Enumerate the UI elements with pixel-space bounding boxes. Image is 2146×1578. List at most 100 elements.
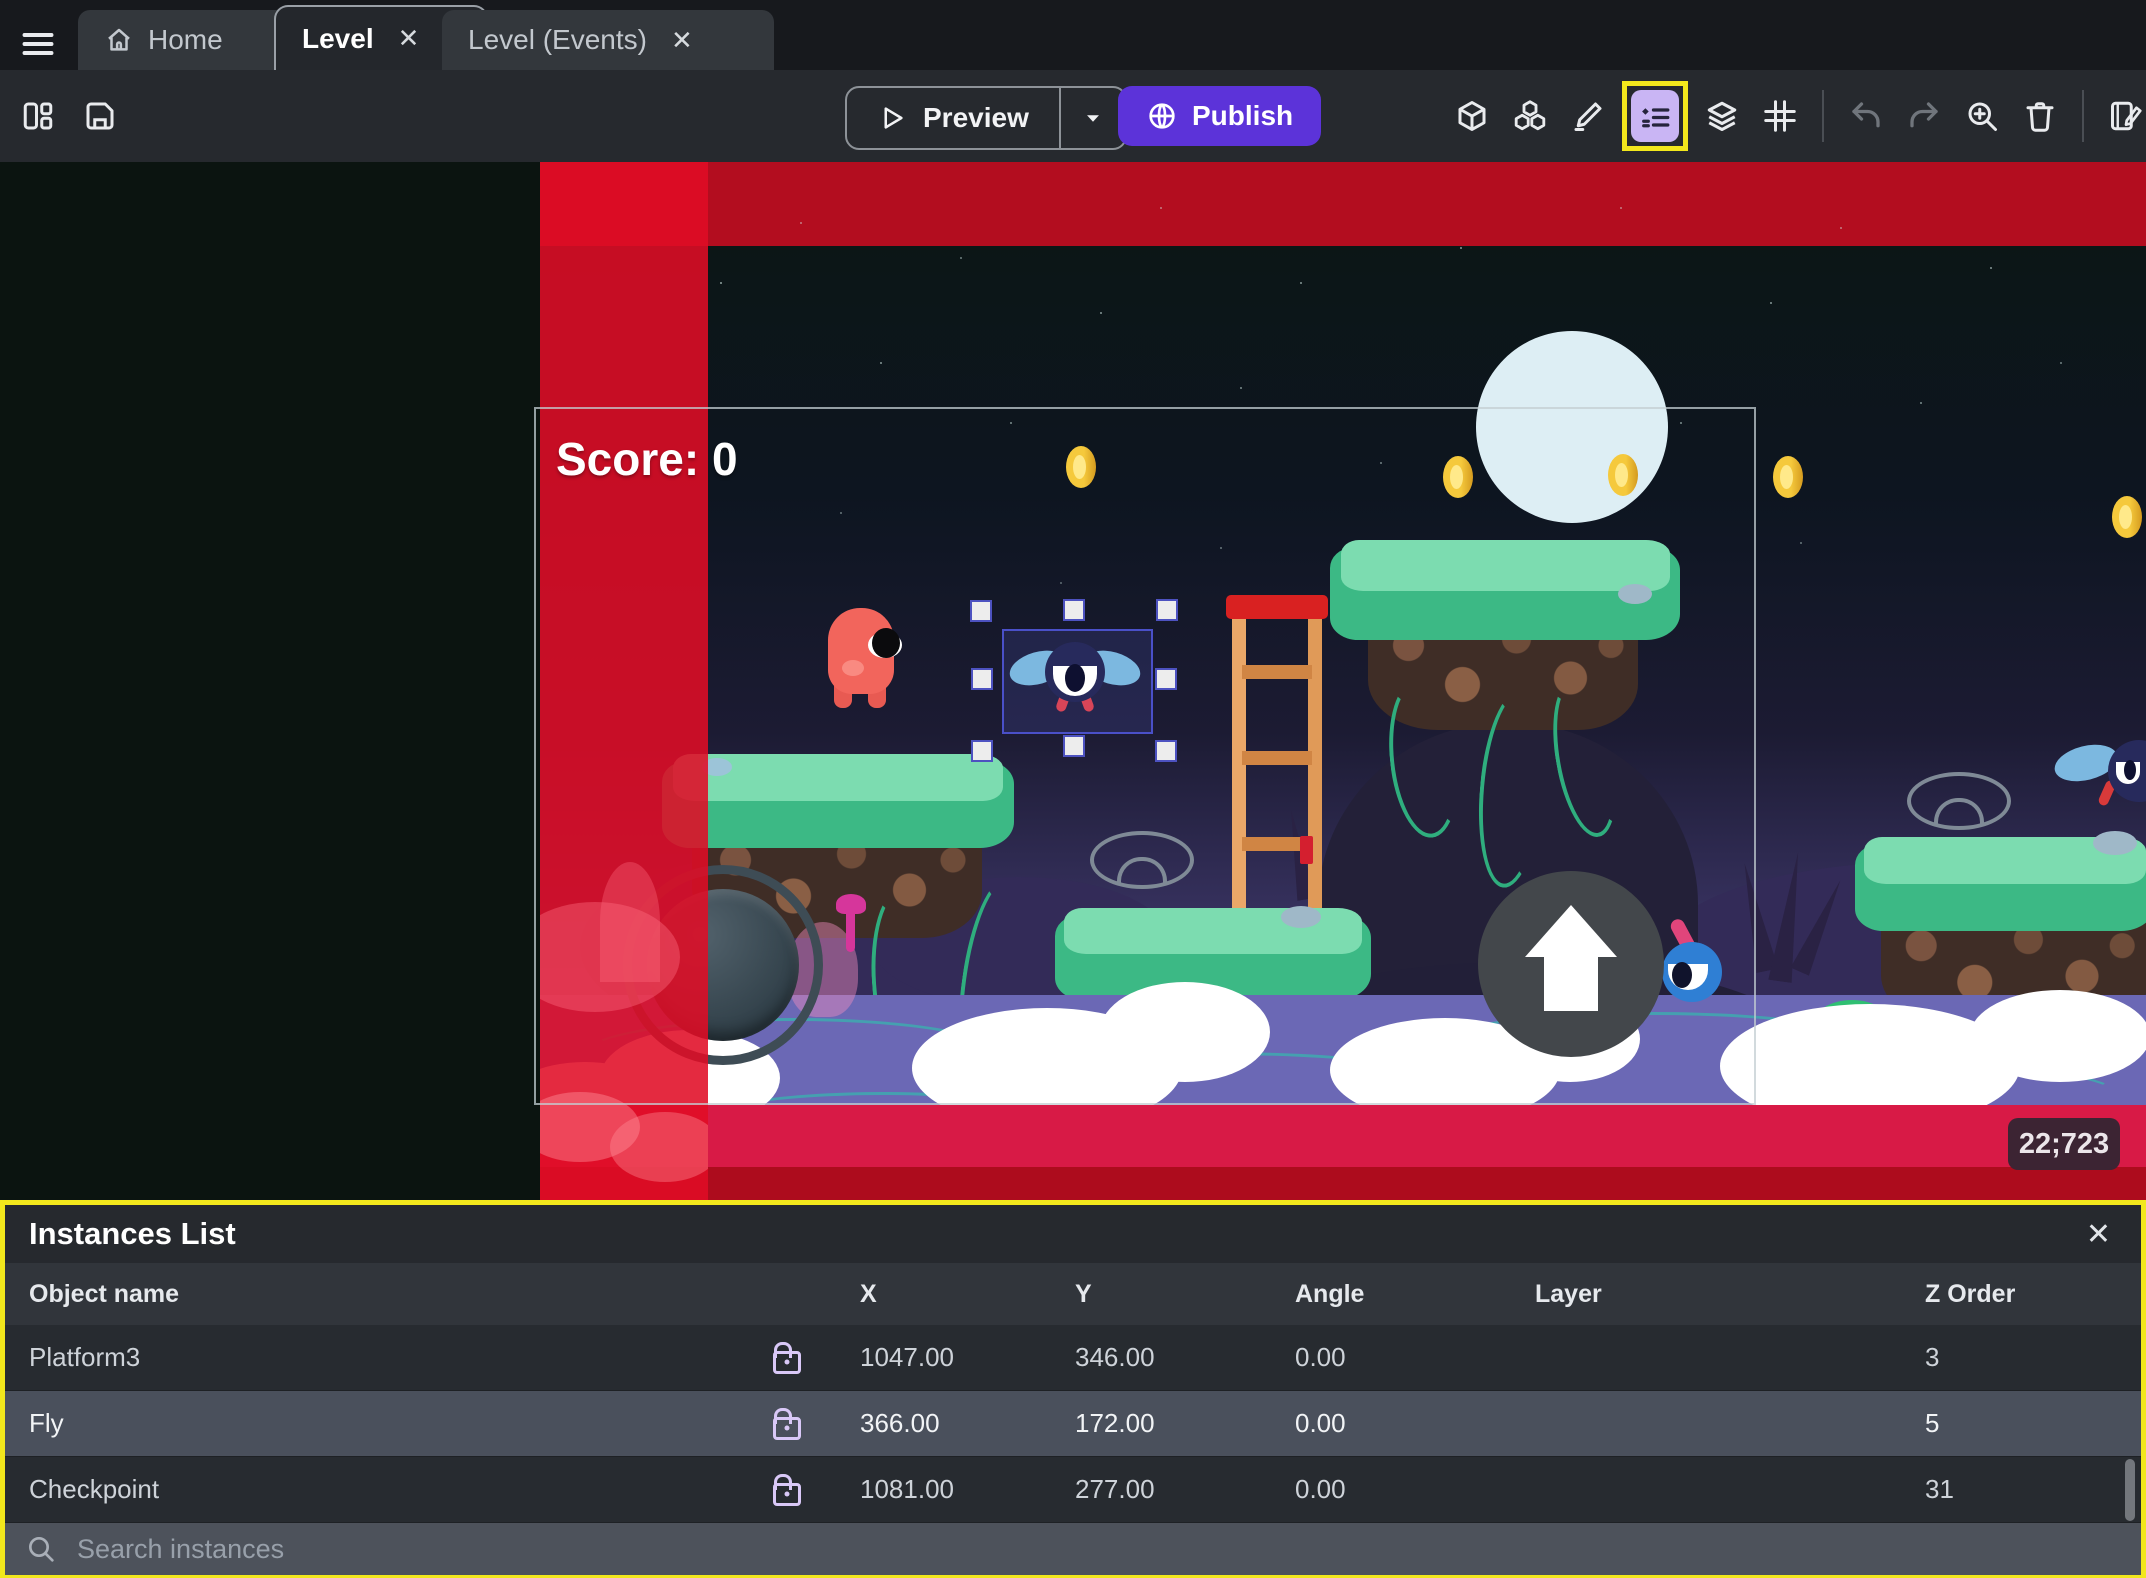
selection-handle[interactable]	[971, 740, 993, 762]
publish-button[interactable]: Publish	[1118, 86, 1322, 146]
preview-split-button: Preview	[845, 86, 1127, 150]
score-text: Score: 0	[556, 433, 738, 485]
instance-z-order[interactable]: 5	[1890, 1408, 2141, 1439]
table-row-checkpoint[interactable]: Checkpoint 1081.00 277.00 0.00 31	[5, 1457, 2141, 1523]
unlock-icon	[772, 1407, 801, 1440]
col-y: Y	[1075, 1279, 1092, 1308]
tab-home-label: Home	[148, 24, 223, 55]
instance-name: Checkpoint	[29, 1474, 160, 1504]
panel-title-row: Instances List ✕	[5, 1205, 2141, 1263]
instance-x[interactable]: 366.00	[825, 1408, 1040, 1439]
search-icon	[29, 1537, 54, 1562]
instance-name: Fly	[29, 1408, 64, 1438]
preview-dropdown-button[interactable]	[1058, 88, 1125, 148]
tab-level-label: Level	[302, 22, 374, 54]
grid-icon	[1764, 100, 1796, 132]
tab-level-close-icon[interactable]: ✕	[398, 23, 420, 54]
preview-label: Preview	[923, 102, 1029, 133]
fly-enemy[interactable]	[2050, 738, 2146, 816]
search-input[interactable]	[75, 1532, 2141, 1566]
instance-z-order[interactable]: 31	[1890, 1474, 2141, 1505]
coin[interactable]	[1773, 456, 1803, 498]
instance-x[interactable]: 1081.00	[825, 1474, 1040, 1505]
save-button[interactable]	[76, 88, 124, 144]
pencil-icon	[1574, 102, 1602, 131]
lock-toggle[interactable]	[745, 1473, 825, 1506]
instance-angle[interactable]: 0.00	[1260, 1408, 1500, 1439]
camera-frame	[534, 407, 1756, 1105]
col-angle: Angle	[1295, 1279, 1365, 1308]
layers-button[interactable]	[1698, 90, 1746, 142]
instance-y[interactable]: 346.00	[1040, 1342, 1260, 1373]
coin[interactable]	[2112, 496, 2142, 538]
unlock-icon	[772, 1473, 801, 1506]
selection-handle[interactable]	[971, 668, 993, 690]
instance-y[interactable]: 277.00	[1040, 1474, 1260, 1505]
lock-toggle[interactable]	[745, 1407, 825, 1440]
selection-handle[interactable]	[1063, 735, 1085, 757]
selection-handle[interactable]	[1063, 599, 1085, 621]
red-floor-strip	[540, 1105, 2146, 1167]
trash-icon	[2026, 102, 2054, 132]
edit-object-button[interactable]	[1564, 90, 1612, 142]
panel-scrollbar[interactable]	[2125, 1459, 2135, 1521]
instances-list-icon	[1642, 108, 1670, 128]
delete-button[interactable]	[2016, 90, 2064, 142]
zoom-in-icon	[1968, 102, 1997, 131]
selection-handle[interactable]	[1155, 668, 1177, 690]
preview-button[interactable]: Preview	[847, 102, 1059, 134]
cursor-position-badge: 22;723	[2008, 1118, 2120, 1170]
table-row-platform3[interactable]: Platform3 1047.00 346.00 0.00 3	[5, 1325, 2141, 1391]
toggle-panels-button[interactable]	[14, 88, 62, 144]
instance-x[interactable]: 1047.00	[825, 1342, 1040, 1373]
instance-angle[interactable]: 0.00	[1260, 1342, 1500, 1373]
layers-icon	[1707, 101, 1737, 131]
selection-handle[interactable]	[1155, 740, 1177, 762]
edit-events-button[interactable]	[2102, 90, 2146, 142]
chevron-down-icon	[1086, 115, 1099, 122]
tab-level-events[interactable]: Level (Events) ✕	[442, 10, 774, 70]
globe-icon	[1149, 103, 1175, 129]
red-ceiling-band[interactable]	[540, 162, 2146, 246]
instance-y[interactable]: 172.00	[1040, 1408, 1260, 1439]
main-menu-button[interactable]	[14, 16, 62, 72]
lock-toggle[interactable]	[745, 1341, 825, 1374]
instances-list-panel: Instances List ✕ Object name X Y Angle L…	[0, 1200, 2146, 1578]
instances-table-header: Object name X Y Angle Layer Z Order	[5, 1263, 2141, 1325]
fly-enemy-selected[interactable]	[1005, 640, 1145, 720]
col-z-order: Z Order	[1925, 1279, 2016, 1308]
selection-handle[interactable]	[1156, 599, 1178, 621]
tab-level-events-label: Level (Events)	[468, 24, 647, 55]
tab-bar: Home Level ✕ Level (Events) ✕	[0, 0, 2146, 70]
toolbar-separator	[1822, 90, 1824, 142]
col-object-name: Object name	[29, 1279, 180, 1308]
publish-label: Publish	[1192, 100, 1294, 131]
selection-handle[interactable]	[970, 600, 992, 622]
objects-list-button[interactable]	[1506, 90, 1554, 142]
layout-panels-icon	[23, 102, 53, 130]
col-x: X	[860, 1279, 877, 1308]
objects-cubes-icon	[1514, 100, 1546, 131]
undo-button[interactable]	[1842, 90, 1890, 142]
tab-level-events-close-icon[interactable]: ✕	[671, 25, 693, 56]
3d-box-tool-button[interactable]	[1448, 90, 1496, 142]
redo-icon	[1910, 102, 1938, 128]
redo-button[interactable]	[1900, 90, 1948, 142]
panel-close-icon[interactable]: ✕	[2086, 1217, 2111, 1252]
unlock-icon	[772, 1341, 801, 1374]
undo-icon	[1852, 102, 1880, 128]
instances-rows: Platform3 1047.00 346.00 0.00 3 Fly 366.…	[5, 1325, 2141, 1523]
events-sheet-icon	[2111, 101, 2142, 131]
instance-angle[interactable]: 0.00	[1260, 1474, 1500, 1505]
closed-eye-creature[interactable]	[1907, 772, 2011, 830]
table-row-fly-selected[interactable]: Fly 366.00 172.00 0.00 5	[5, 1391, 2141, 1457]
cloud	[1970, 990, 2146, 1082]
col-layer: Layer	[1535, 1279, 1602, 1308]
home-icon	[108, 28, 130, 51]
instance-z-order[interactable]: 3	[1890, 1342, 2141, 1373]
search-row	[5, 1523, 2141, 1575]
scene-editor-canvas[interactable]: 22;723 Score: 0	[0, 162, 2146, 1200]
grid-button[interactable]	[1756, 90, 1804, 142]
instances-list-button[interactable]	[1631, 90, 1679, 142]
zoom-button[interactable]	[1958, 90, 2006, 142]
